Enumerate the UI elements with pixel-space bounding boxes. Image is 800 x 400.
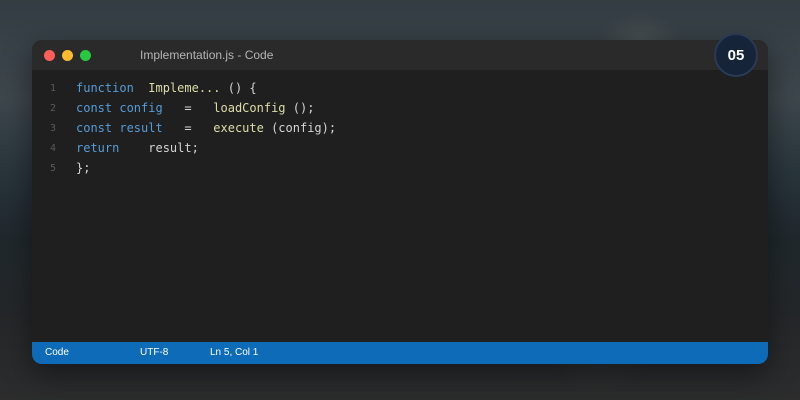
code-token-kw: return <box>76 141 120 155</box>
code-token-plain: (config); <box>263 121 337 135</box>
code-token-fn: loadConfig <box>213 101 286 115</box>
code-line: 3 const result = execute (config); <box>32 118 768 138</box>
code-text: const config = loadConfig (); <box>76 101 314 115</box>
code-token-plain: = <box>162 121 214 135</box>
code-line: 4 return result; <box>32 138 768 158</box>
code-text: function Impleme... () { <box>76 81 257 95</box>
title-bar: Implementation.js - Code <box>32 40 768 70</box>
close-window-button[interactable] <box>44 49 55 61</box>
line-number: 1 <box>50 82 57 94</box>
code-token-kw: const config <box>76 101 163 115</box>
code-editor[interactable]: 1 function Impleme... () { 2 const config =… <box>32 70 768 342</box>
code-token-kw: function <box>76 81 134 95</box>
line-number: 4 <box>50 142 57 154</box>
status-cursor-position[interactable]: Ln 5, Col 1 <box>210 342 258 364</box>
window-controls <box>44 49 91 61</box>
code-token-plain: result; <box>119 141 199 155</box>
code-line: 2 const config = loadConfig (); <box>32 98 768 118</box>
step-number-badge: 05 <box>714 33 758 77</box>
code-token-kw: const result <box>76 121 163 135</box>
code-token-plain: = <box>162 101 214 115</box>
editor-window: Implementation.js - Code 1 function Imple… <box>32 40 768 364</box>
status-encoding[interactable]: UTF-8 <box>140 342 168 364</box>
code-text: }; <box>76 161 90 175</box>
code-line: 5}; <box>32 158 768 178</box>
code-token-fn: Impleme... <box>148 81 221 95</box>
line-number: 5 <box>50 162 57 174</box>
code-token-plain: (); <box>285 101 315 115</box>
minimize-window-button[interactable] <box>62 49 73 61</box>
code-line: 1 function Impleme... () { <box>32 78 768 98</box>
code-token-plain: () { <box>220 81 257 95</box>
code-text: const result = execute (config); <box>76 121 336 135</box>
code-text: return result; <box>76 141 199 155</box>
line-number: 2 <box>50 102 57 114</box>
code-token-fn: execute <box>213 121 264 135</box>
code-token-plain: }; <box>76 161 91 175</box>
line-number: 3 <box>50 122 57 134</box>
window-title: Implementation.js - Code <box>140 48 274 62</box>
status-bar: Code UTF-8 Ln 5, Col 1 <box>32 342 768 364</box>
maximize-window-button[interactable] <box>80 49 91 61</box>
status-mode[interactable]: Code <box>45 342 69 364</box>
